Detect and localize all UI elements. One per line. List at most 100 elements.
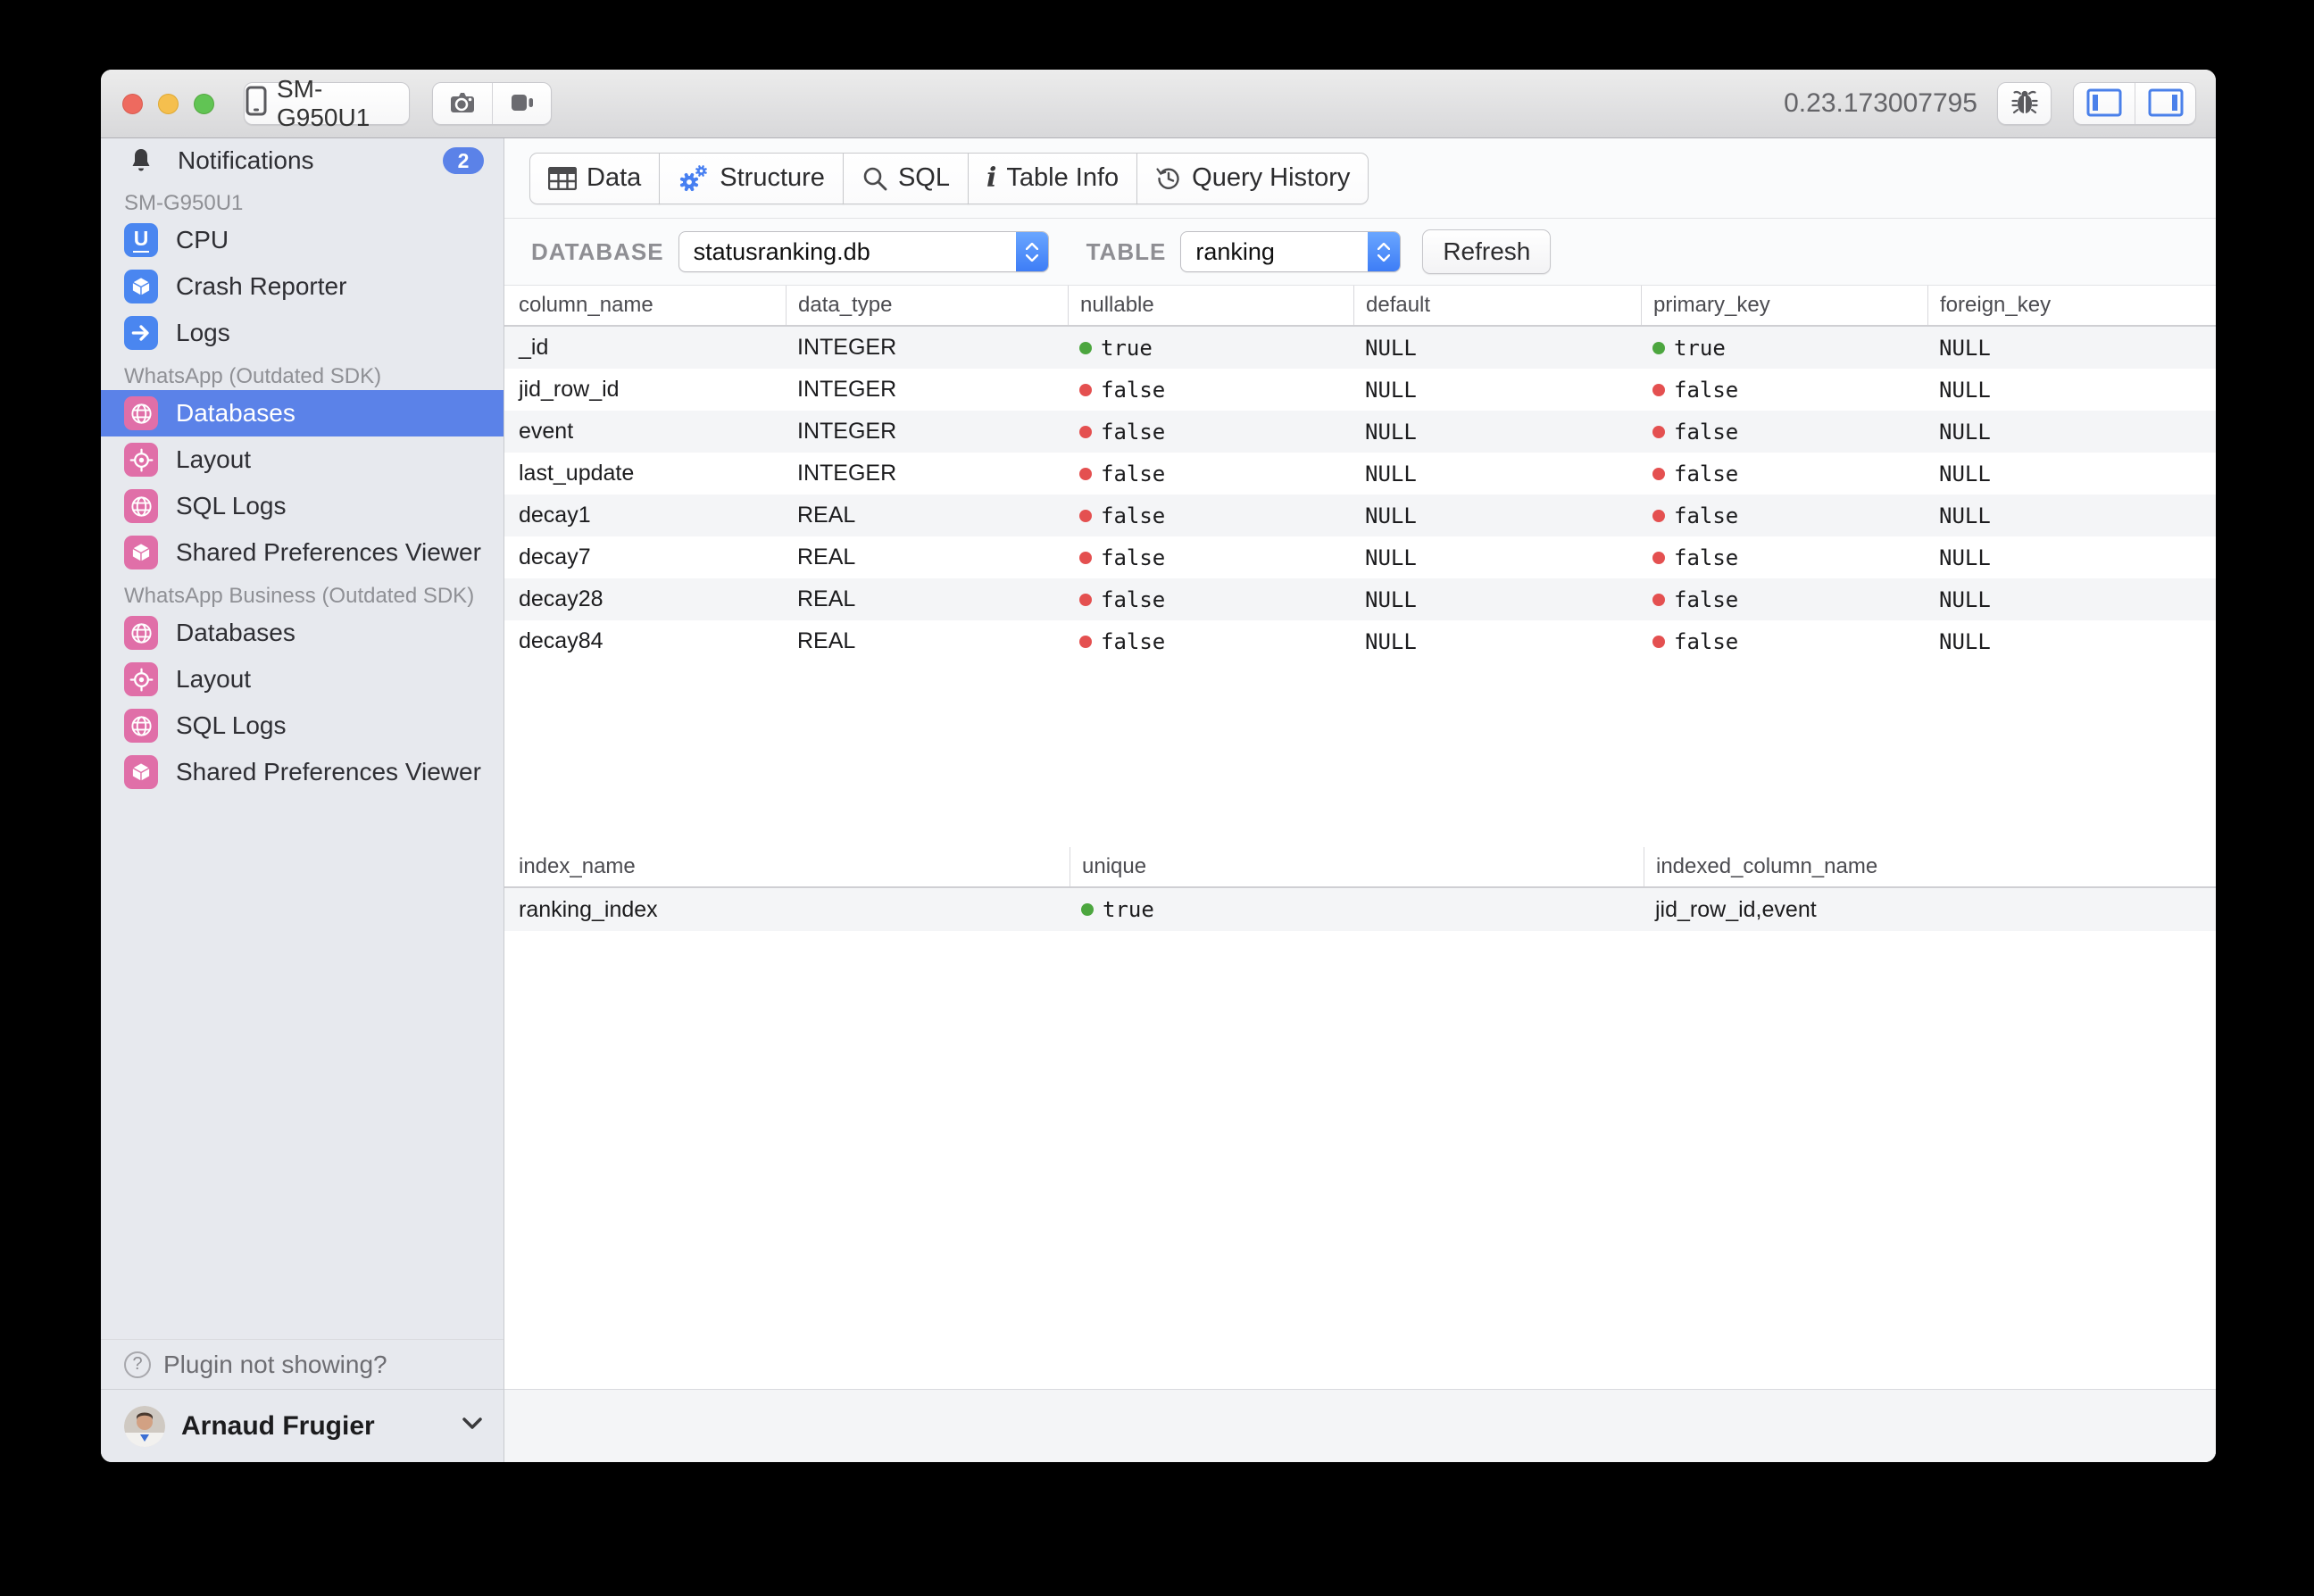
globe-icon bbox=[124, 396, 158, 430]
table-cell-data-type: INTEGER bbox=[786, 411, 1068, 453]
toggle-right-panel-button[interactable] bbox=[2135, 83, 2195, 124]
info-icon: i bbox=[986, 165, 996, 192]
table-gap bbox=[504, 662, 2216, 847]
sidebar-item-label: Crash Reporter bbox=[176, 272, 346, 301]
table-row-id[interactable]: _idINTEGERtrueNULLtrueNULL bbox=[504, 327, 2216, 369]
table-row-event[interactable]: eventINTEGERfalseNULLfalseNULL bbox=[504, 411, 2216, 453]
false-dot-icon bbox=[1652, 468, 1665, 480]
table-cell-column-name: decay28 bbox=[504, 578, 786, 620]
plugin-help-label: Plugin not showing? bbox=[163, 1351, 387, 1379]
table-cell-data-type: REAL bbox=[786, 578, 1068, 620]
false-dot-icon bbox=[1079, 426, 1092, 438]
main-footer bbox=[504, 1389, 2216, 1462]
database-select[interactable]: statusranking.db bbox=[678, 231, 1049, 272]
tab-label: Structure bbox=[720, 163, 825, 193]
column-header-column-name: column_name bbox=[504, 286, 786, 325]
table-cell-foreign-key: NULL bbox=[1927, 369, 2216, 411]
sidebar-item-layout[interactable]: Layout bbox=[101, 436, 504, 483]
sidebar-item-shared-preferences-viewer[interactable]: Shared Preferences Viewer bbox=[101, 529, 504, 576]
sidebar-item-databases[interactable]: Databases bbox=[101, 390, 504, 436]
table-cell-default: NULL bbox=[1353, 327, 1641, 369]
sidebar-item-label: SQL Logs bbox=[176, 711, 286, 740]
capture-buttons bbox=[432, 82, 552, 125]
zoom-button[interactable] bbox=[194, 94, 214, 114]
tab-label: SQL bbox=[898, 163, 950, 193]
panel-left-icon bbox=[2085, 87, 2123, 121]
table-row-decay7[interactable]: decay7REALfalseNULLfalseNULL bbox=[504, 536, 2216, 578]
indexes-table: index_nameuniqueindexed_column_nameranki… bbox=[504, 847, 2216, 931]
table-cell-data-type: INTEGER bbox=[786, 369, 1068, 411]
target-icon bbox=[124, 443, 158, 477]
table-cell-default: NULL bbox=[1353, 453, 1641, 495]
user-account-row[interactable]: Arnaud Frugier bbox=[101, 1389, 504, 1462]
false-dot-icon bbox=[1079, 510, 1092, 522]
sidebar-item-notifications[interactable]: Notifications 2 bbox=[101, 138, 504, 183]
column-header-unique: unique bbox=[1070, 847, 1644, 886]
question-icon: ? bbox=[124, 1351, 151, 1378]
table-cell-nullable: false bbox=[1068, 620, 1353, 662]
table-row-ranking-index[interactable]: ranking_indextruejid_row_id,event bbox=[504, 888, 2216, 931]
table-cell-foreign-key: NULL bbox=[1927, 495, 2216, 536]
minimize-button[interactable] bbox=[158, 94, 179, 114]
close-button[interactable] bbox=[122, 94, 143, 114]
tab-sql[interactable]: SQL bbox=[843, 153, 969, 204]
column-header-default: default bbox=[1353, 286, 1641, 325]
flipper-window: SM-G950U1 0.23.173007795 bbox=[101, 70, 2216, 1462]
sidebar-item-logs[interactable]: Logs bbox=[101, 310, 504, 356]
table-cell-column-name: _id bbox=[504, 327, 786, 369]
sidebar-item-shared-preferences-viewer[interactable]: Shared Preferences Viewer bbox=[101, 749, 504, 795]
table-select[interactable]: ranking bbox=[1180, 231, 1401, 272]
toggle-left-panel-button[interactable] bbox=[2074, 83, 2135, 124]
sidebar-item-sql-logs[interactable]: SQL Logs bbox=[101, 702, 504, 749]
tab-table-info[interactable]: iTable Info bbox=[968, 153, 1137, 204]
arrow-right-icon bbox=[124, 316, 158, 350]
chevron-down-icon bbox=[462, 1417, 482, 1434]
cube-icon bbox=[124, 270, 158, 303]
tab-structure[interactable]: Structure bbox=[659, 153, 844, 204]
false-dot-icon bbox=[1652, 384, 1665, 396]
sidebar-section-label: WhatsApp (Outdated SDK) bbox=[101, 363, 504, 390]
table-cell-column-name: decay1 bbox=[504, 495, 786, 536]
false-dot-icon bbox=[1079, 636, 1092, 648]
cube-icon bbox=[124, 536, 158, 569]
tab-data[interactable]: Data bbox=[529, 153, 660, 204]
tab-label: Data bbox=[587, 163, 641, 193]
table-cell-nullable: true bbox=[1068, 327, 1353, 369]
tab-query-history[interactable]: Query History bbox=[1136, 153, 1369, 204]
notifications-label: Notifications bbox=[178, 146, 314, 175]
sidebar-item-cpu[interactable]: UCPU bbox=[101, 217, 504, 263]
sidebar-item-databases[interactable]: Databases bbox=[101, 610, 504, 656]
table-header-row: index_nameuniqueindexed_column_name bbox=[504, 847, 2216, 888]
table-cell-nullable: false bbox=[1068, 411, 1353, 453]
table-cell-primary-key: false bbox=[1641, 578, 1927, 620]
column-header-data-type: data_type bbox=[786, 286, 1068, 325]
table-cell-column-name: decay7 bbox=[504, 536, 786, 578]
sidebar-item-sql-logs[interactable]: SQL Logs bbox=[101, 483, 504, 529]
bug-icon bbox=[2010, 88, 2040, 120]
avatar bbox=[124, 1406, 165, 1447]
table-row-decay1[interactable]: decay1REALfalseNULLfalseNULL bbox=[504, 495, 2216, 536]
sidebar-item-label: Databases bbox=[176, 619, 295, 647]
view-tabbar: Data Structure SQL iTable InfoQuery History bbox=[504, 138, 2216, 219]
traffic-lights bbox=[122, 94, 214, 114]
cpu-icon: U bbox=[124, 223, 158, 257]
select-stepper-icon bbox=[1368, 232, 1400, 271]
screenshot-button[interactable] bbox=[433, 83, 492, 124]
bug-report-button[interactable] bbox=[1997, 82, 2052, 125]
sidebar: Notifications 2 SM-G950U1UCPUCrash Repor… bbox=[101, 138, 504, 1462]
table-row-jid-row-id[interactable]: jid_row_idINTEGERfalseNULLfalseNULL bbox=[504, 369, 2216, 411]
main-panel: Data Structure SQL iTable InfoQuery History… bbox=[504, 138, 2216, 1462]
plugin-help-link[interactable]: ? Plugin not showing? bbox=[101, 1339, 504, 1389]
sidebar-item-layout[interactable]: Layout bbox=[101, 656, 504, 702]
table-label: TABLE bbox=[1086, 238, 1167, 266]
screen-record-button[interactable] bbox=[492, 83, 551, 124]
device-selector-button[interactable]: SM-G950U1 bbox=[244, 82, 410, 125]
table-row-decay28[interactable]: decay28REALfalseNULLfalseNULL bbox=[504, 578, 2216, 620]
table-row-decay84[interactable]: decay84REALfalseNULLfalseNULL bbox=[504, 620, 2216, 662]
sidebar-item-label: Databases bbox=[176, 399, 295, 428]
table-row-last-update[interactable]: last_updateINTEGERfalseNULLfalseNULL bbox=[504, 453, 2216, 495]
sidebar-item-crash-reporter[interactable]: Crash Reporter bbox=[101, 263, 504, 310]
table-cell-primary-key: true bbox=[1641, 327, 1927, 369]
table-cell-indexed-column-name: jid_row_id,event bbox=[1644, 888, 2216, 931]
refresh-button[interactable]: Refresh bbox=[1422, 229, 1551, 274]
